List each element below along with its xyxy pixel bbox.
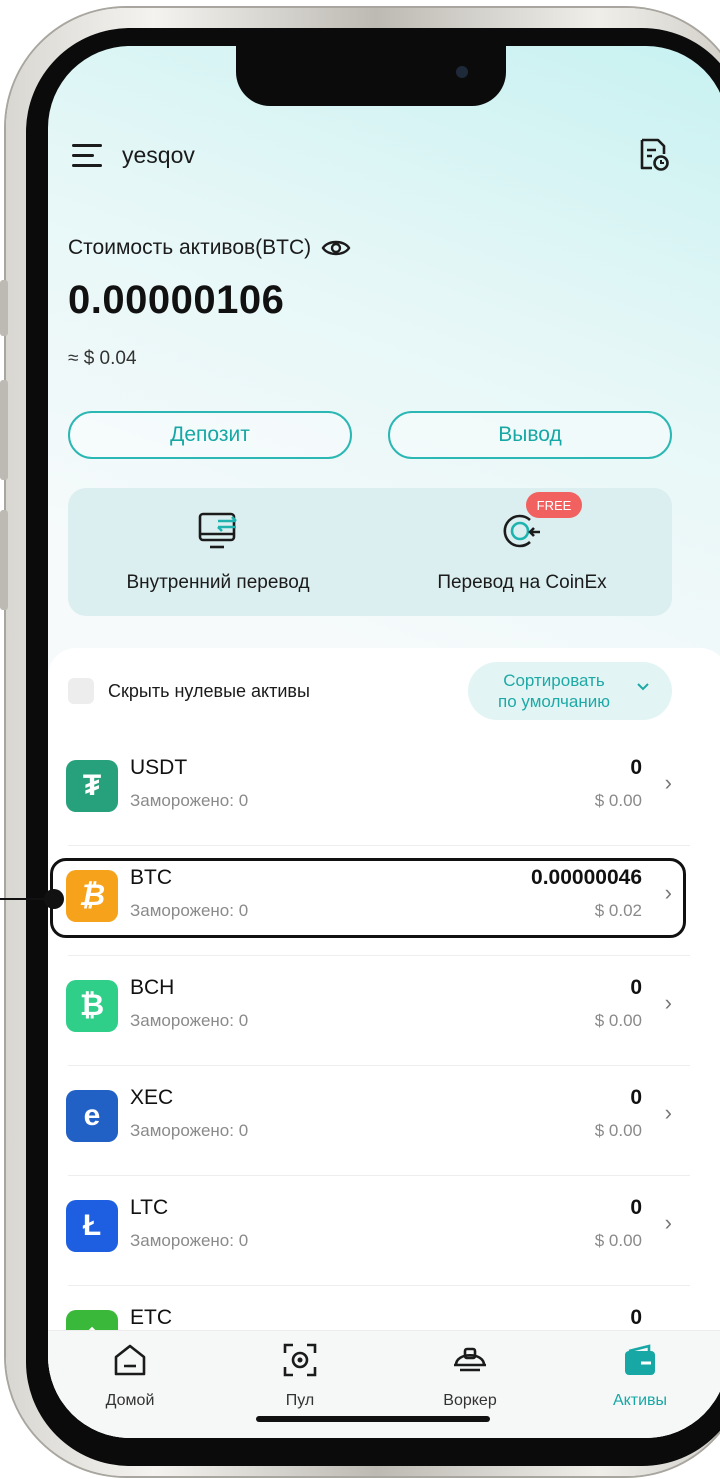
pointer-dot bbox=[44, 889, 64, 909]
coin-symbol: XEC bbox=[130, 1086, 174, 1109]
bitcoin-cash-icon: ₿ bbox=[66, 980, 118, 1032]
tether-icon: ₮ bbox=[66, 760, 118, 812]
home-indicator bbox=[256, 1416, 490, 1422]
chevron-right-icon: › bbox=[664, 990, 672, 1015]
tab-worker[interactable]: Воркер bbox=[400, 1341, 540, 1421]
coin-amount: 0 bbox=[630, 756, 642, 779]
coin-usd-value: $ 0.00 bbox=[594, 791, 642, 810]
free-badge: FREE bbox=[526, 492, 582, 518]
coin-usd-value: $ 0.00 bbox=[594, 1011, 642, 1030]
coin-amount: 0 bbox=[630, 1086, 642, 1109]
sort-dropdown[interactable]: Сортировать по умолчанию bbox=[468, 662, 672, 720]
tab-worker-label: Воркер bbox=[443, 1392, 497, 1409]
tab-pool[interactable]: Пул bbox=[230, 1341, 370, 1421]
tab-home[interactable]: Домой bbox=[60, 1341, 200, 1421]
tab-assets[interactable]: Активы bbox=[570, 1341, 710, 1421]
username[interactable]: yesqov bbox=[122, 142, 195, 169]
coin-symbol: BCH bbox=[130, 976, 175, 999]
coinex-transfer-button[interactable]: Перевод на CoinEx bbox=[372, 488, 672, 616]
internal-transfer-icon bbox=[198, 512, 237, 549]
notch bbox=[236, 46, 506, 106]
chevron-down-icon bbox=[637, 683, 649, 691]
coin-row-xec[interactable]: e XEC Заморожено: 0 0 $ 0.00 › bbox=[48, 1066, 720, 1176]
coinex-transfer-label: Перевод на CoinEx bbox=[437, 572, 607, 593]
coin-usd-value: $ 0.00 bbox=[594, 1231, 642, 1250]
coin-frozen: Заморожено: 0 bbox=[130, 1231, 249, 1250]
chevron-right-icon: › bbox=[664, 770, 672, 795]
records-icon[interactable] bbox=[638, 138, 670, 172]
coin-amount: 0 bbox=[630, 1306, 642, 1329]
coin-frozen: Заморожено: 0 bbox=[130, 1011, 249, 1030]
worker-icon bbox=[454, 1347, 486, 1372]
hide-zero-toggle[interactable]: Скрыть нулевые активы bbox=[68, 678, 310, 704]
eye-icon[interactable] bbox=[321, 238, 351, 258]
coin-frozen: Заморожено: 0 bbox=[130, 791, 249, 810]
sort-label-line1: Сортировать bbox=[503, 671, 605, 690]
hide-zero-checkbox[interactable] bbox=[68, 678, 94, 704]
withdraw-button[interactable]: Вывод bbox=[388, 411, 672, 459]
coin-amount: 0 bbox=[630, 976, 642, 999]
wallet-icon bbox=[625, 1344, 655, 1375]
pool-icon bbox=[283, 1343, 317, 1377]
menu-icon[interactable] bbox=[72, 144, 104, 168]
btc-row-highlight bbox=[50, 858, 686, 938]
tab-home-label: Домой bbox=[105, 1392, 155, 1409]
hide-zero-label: Скрыть нулевые активы bbox=[108, 680, 310, 701]
coin-frozen: Заморожено: 0 bbox=[130, 1121, 249, 1140]
ecash-icon: e bbox=[66, 1090, 118, 1142]
chevron-right-icon: › bbox=[664, 1210, 672, 1235]
coin-row-bch[interactable]: ₿ BCH Заморожено: 0 0 $ 0.00 › bbox=[48, 956, 720, 1066]
litecoin-icon: Ł bbox=[66, 1200, 118, 1252]
internal-transfer-button[interactable]: Внутренний перевод bbox=[68, 488, 368, 616]
internal-transfer-label: Внутренний перевод bbox=[126, 572, 310, 593]
assets-label-text: Стоимость активов(BTC) bbox=[68, 236, 312, 259]
app-screen: yesqov Стоимость активов(BTC) 0.00000106… bbox=[48, 46, 720, 1438]
coin-row-usdt[interactable]: ₮ USDT Заморожено: 0 0 $ 0.00 › bbox=[48, 736, 720, 846]
tab-assets-label: Активы bbox=[612, 1392, 668, 1409]
assets-value: 0.00000106 bbox=[68, 278, 285, 322]
coin-amount: 0 bbox=[630, 1196, 642, 1219]
camera-icon bbox=[456, 66, 468, 78]
coin-symbol: USDT bbox=[130, 756, 188, 779]
coin-row-ltc[interactable]: Ł LTC Заморожено: 0 0 $ 0.00 › bbox=[48, 1176, 720, 1286]
coin-symbol: LTC bbox=[130, 1196, 169, 1219]
deposit-button[interactable]: Депозит bbox=[68, 411, 352, 459]
sort-label: Сортировать по умолчанию bbox=[494, 670, 614, 712]
assets-usd-value: ≈ $ 0.04 bbox=[68, 348, 137, 369]
coin-usd-value: $ 0.00 bbox=[594, 1121, 642, 1140]
tab-pool-label: Пул bbox=[285, 1392, 315, 1409]
chevron-right-icon: › bbox=[664, 1100, 672, 1125]
home-icon bbox=[114, 1344, 146, 1376]
sort-label-line2: по умолчанию bbox=[498, 692, 610, 711]
coin-symbol: ETC bbox=[130, 1306, 172, 1329]
assets-label: Стоимость активов(BTC) bbox=[68, 236, 351, 260]
